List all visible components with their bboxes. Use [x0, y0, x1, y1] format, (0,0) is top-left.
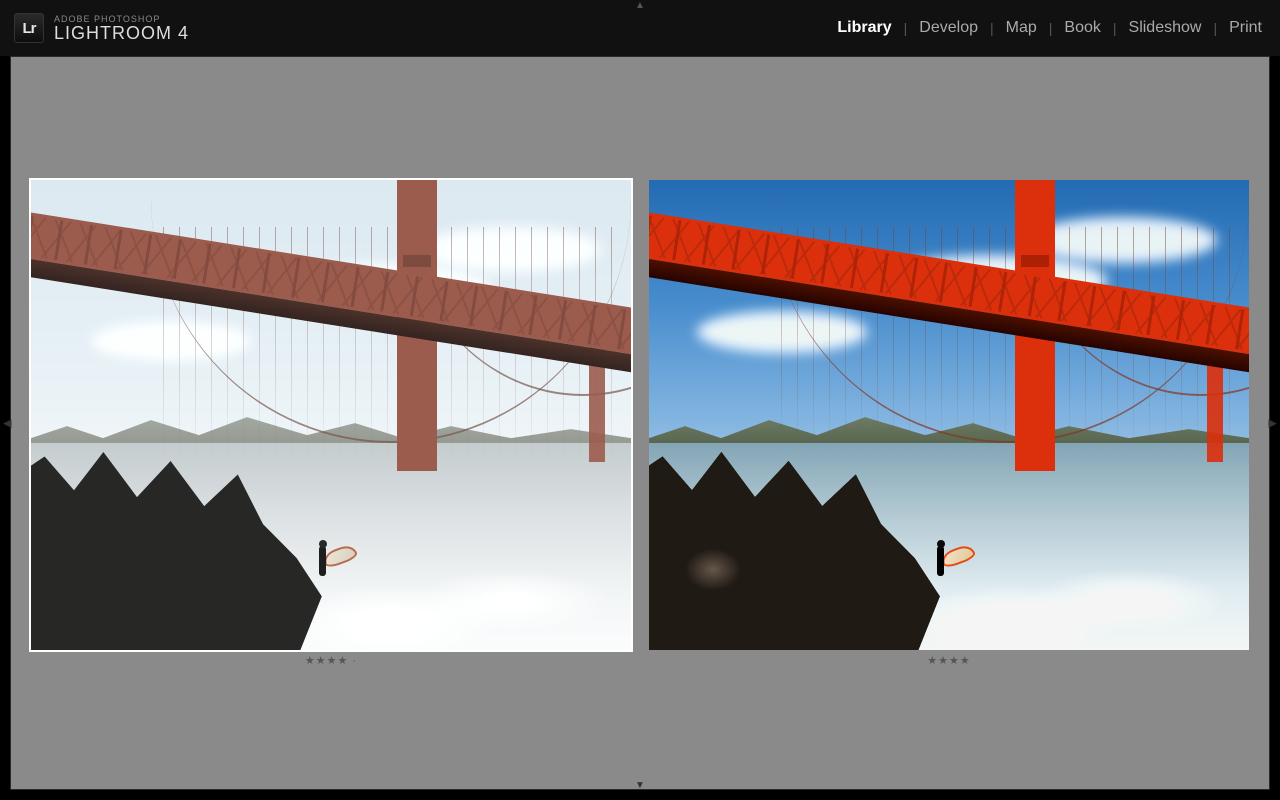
module-print[interactable]: Print [1225, 19, 1266, 37]
compare-left-image[interactable] [31, 180, 631, 650]
app-logo: Lr [14, 13, 44, 43]
module-picker: Library|Develop|Map|Book|Slideshow|Print [833, 19, 1266, 37]
compare-right-rating[interactable]: ★★★★ [927, 654, 970, 667]
module-separator: | [896, 20, 916, 36]
module-book[interactable]: Book [1060, 19, 1104, 37]
module-separator: | [1205, 20, 1225, 36]
compare-left-rating[interactable]: ★★★★ · [305, 654, 357, 667]
module-separator: | [1105, 20, 1125, 36]
module-slideshow[interactable]: Slideshow [1125, 19, 1206, 37]
expand-filmstrip-icon[interactable]: ▼ [635, 780, 645, 791]
compare-right-image[interactable] [649, 180, 1249, 650]
collapse-top-panel-icon[interactable]: ▲ [635, 0, 645, 11]
expand-left-panel-icon[interactable]: ◀ [3, 417, 11, 430]
module-separator: | [982, 20, 1002, 36]
module-library[interactable]: Library [833, 19, 895, 37]
brand-text: ADOBE PHOTOSHOP LIGHTROOM 4 [54, 15, 189, 42]
workspace: ◀ ▶ ▼ ★★★★ · [10, 56, 1270, 790]
module-develop[interactable]: Develop [915, 19, 982, 37]
top-bar: ▲ Lr ADOBE PHOTOSHOP LIGHTROOM 4 Library… [0, 0, 1280, 56]
compare-right-cell: ★★★★ [649, 180, 1249, 667]
brand-line-2: LIGHTROOM 4 [54, 24, 189, 42]
module-map[interactable]: Map [1002, 19, 1041, 37]
module-separator: | [1041, 20, 1061, 36]
expand-right-panel-icon[interactable]: ▶ [1269, 417, 1277, 430]
compare-left-cell: ★★★★ · [31, 180, 631, 667]
